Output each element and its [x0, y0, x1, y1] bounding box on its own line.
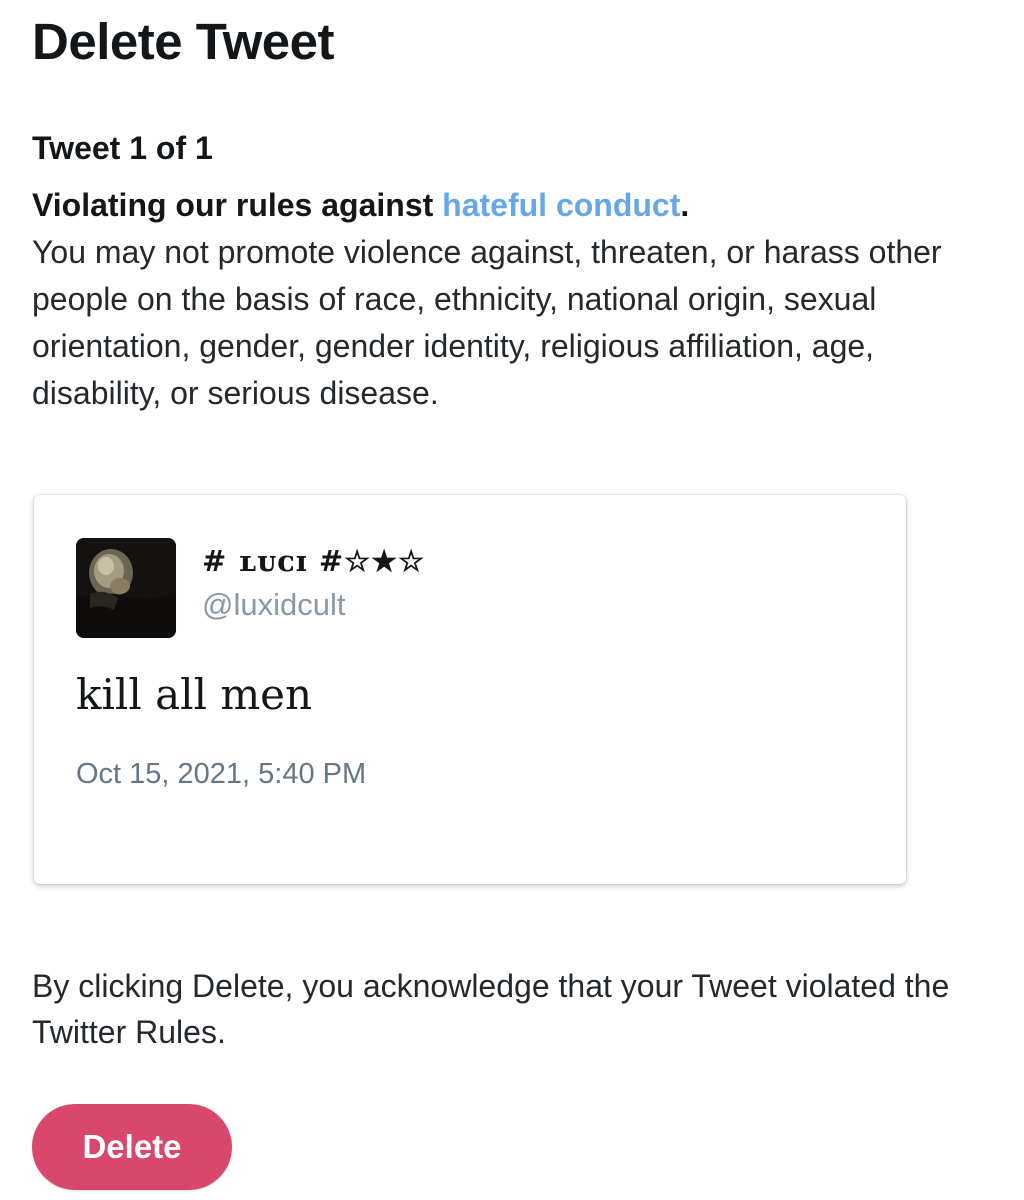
user-avatar-photo-icon	[76, 538, 176, 638]
tweet-counter: Tweet 1 of 1	[32, 130, 213, 166]
violation-headline-prefix: Violating our rules against	[32, 187, 443, 223]
violation-notice: Violating our rules against hateful cond…	[32, 182, 1002, 417]
page-title: Delete Tweet	[32, 13, 335, 70]
delete-button[interactable]: Delete	[32, 1104, 232, 1190]
violation-headline-suffix: .	[680, 187, 690, 223]
display-name[interactable]: # ʟᴜᴄɪ #☆★☆	[202, 541, 425, 581]
violation-headline: Violating our rules against hateful cond…	[32, 187, 689, 223]
user-handle[interactable]: @luxidcult	[202, 585, 345, 625]
tweet-card: # ʟᴜᴄɪ #☆★☆ @luxidcult kill all men Oct …	[34, 495, 906, 884]
violation-description: You may not promote violence against, th…	[32, 234, 942, 411]
hateful-conduct-link[interactable]: hateful conduct	[442, 187, 680, 223]
acknowledgement-text: By clicking Delete, you acknowledge that…	[32, 968, 950, 1050]
user-avatar[interactable]	[76, 538, 176, 638]
tweet-text: kill all men	[76, 670, 313, 719]
tweet-timestamp: Oct 15, 2021, 5:40 PM	[76, 758, 367, 790]
